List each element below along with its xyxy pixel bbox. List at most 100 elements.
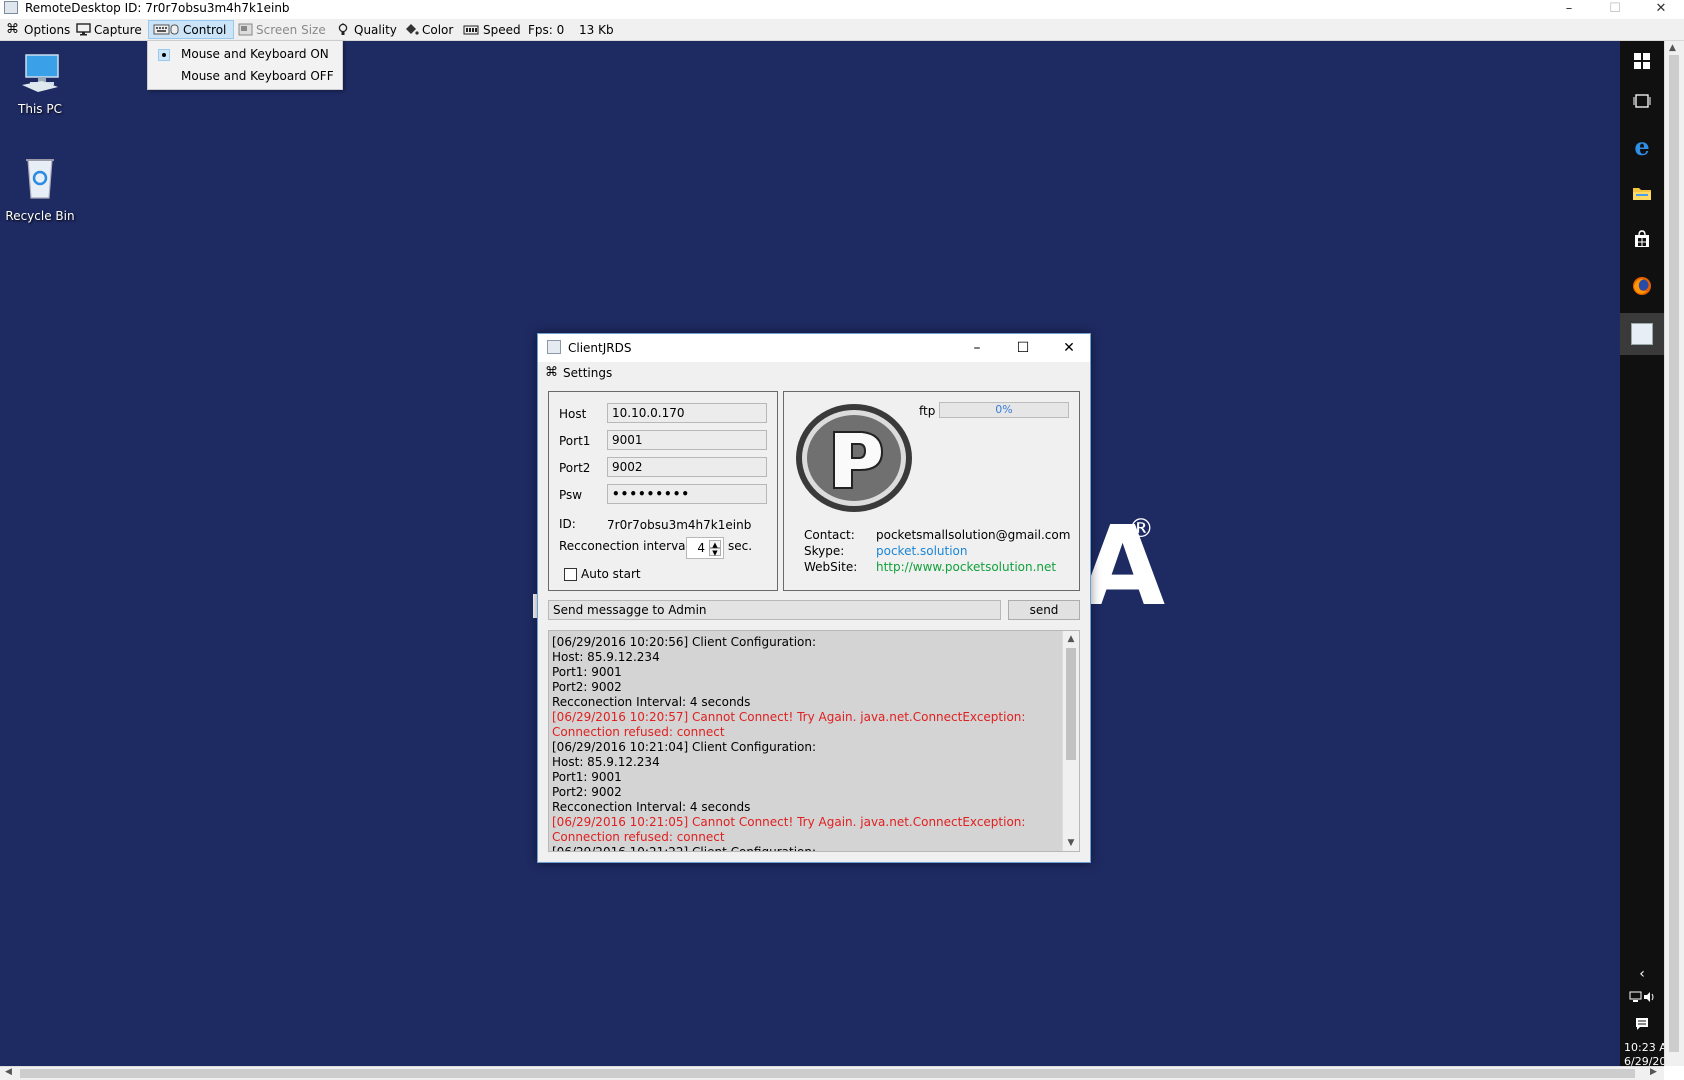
taskbar-file-explorer[interactable]	[1620, 173, 1664, 213]
spinner-up-icon[interactable]: ▲	[709, 540, 721, 549]
password-input[interactable]: •••••••••	[607, 484, 767, 504]
minimize-button[interactable]: –	[1546, 0, 1592, 16]
log-scroll-up-icon[interactable]: ▲	[1063, 631, 1079, 647]
auto-start-checkbox[interactable]	[564, 568, 577, 581]
firefox-icon	[1633, 277, 1651, 295]
horizontal-scrollbar[interactable]: ◀ ▶	[0, 1066, 1664, 1080]
toolbar-speed-label: Speed	[483, 22, 521, 37]
maximize-button[interactable]: ☐	[1592, 0, 1638, 16]
clientjrds-maximize-button[interactable]: ☐	[1000, 334, 1046, 362]
ftp-progress-bar: 0%	[939, 402, 1069, 418]
clock-time[interactable]: 10:23 A	[1624, 1041, 1667, 1054]
log-scroll-down-icon[interactable]: ▼	[1063, 835, 1079, 851]
java-app-icon	[4, 1, 18, 14]
ftp-label: ftp	[919, 404, 936, 418]
close-button[interactable]: ✕	[1638, 0, 1684, 16]
skype-label: Skype:	[804, 544, 845, 558]
volume-icon	[1644, 992, 1654, 1002]
task-view-icon	[1633, 94, 1651, 108]
log-lines: [06/29/2016 10:20:56] Client Configurati…	[552, 635, 1057, 852]
scroll-left-arrow-icon[interactable]: ◀	[5, 1067, 12, 1077]
desktop-icon-this-pc[interactable]: This PC	[0, 51, 80, 116]
clientjrds-minimize-button[interactable]: –	[954, 334, 1000, 362]
tray-network-volume-icons[interactable]	[1620, 987, 1664, 1007]
taskbar-firefox[interactable]	[1620, 266, 1664, 306]
menu-item-mouse-keyboard-off[interactable]: Mouse and Keyboard OFF	[148, 65, 342, 87]
auto-start-label: Auto start	[581, 567, 641, 581]
clientjrds-close-button[interactable]: ✕	[1046, 334, 1092, 362]
log-scroll-thumb[interactable]	[1066, 648, 1076, 760]
log-scrollbar[interactable]: ▲ ▼	[1062, 631, 1079, 851]
keyboard-icon	[153, 23, 179, 36]
scroll-up-arrow-icon[interactable]: ▲	[1669, 43, 1676, 53]
connection-settings-panel: Host 10.10.0.170 Port1 9001 Port2 9002 P…	[548, 391, 778, 591]
website-label: WebSite:	[804, 560, 858, 574]
message-input[interactable]: Send messagge to Admin	[548, 600, 1001, 620]
desktop-icon-label: Recycle Bin	[5, 209, 75, 223]
log-textarea[interactable]: [06/29/2016 10:20:56] Client Configurati…	[548, 630, 1080, 852]
taskbar-edge[interactable]: e	[1620, 126, 1664, 166]
host-input[interactable]: 10.10.0.170	[607, 403, 767, 423]
task-view-button[interactable]	[1620, 81, 1664, 121]
menu-item-label: Mouse and Keyboard ON	[181, 47, 329, 61]
start-button[interactable]	[1620, 41, 1664, 81]
log-line: [06/29/2016 10:20:57] Cannot Connect! Tr…	[552, 710, 1026, 724]
network-icon	[1629, 991, 1642, 1002]
password-label: Psw	[559, 488, 583, 502]
toolbar-options[interactable]: ⌘ Options	[6, 20, 70, 39]
toolbar: ⌘ Options Capture Control Screen Size Qu…	[0, 19, 1684, 41]
settings-menu[interactable]: ⌘ Settings	[545, 365, 612, 380]
scroll-right-arrow-icon[interactable]: ▶	[1650, 1067, 1657, 1077]
java-icon	[1631, 323, 1653, 345]
log-line: Port2: 9002	[552, 680, 622, 694]
speed-icon	[463, 23, 479, 36]
skype-link[interactable]: pocket.solution	[876, 544, 968, 558]
computer-icon	[0, 51, 80, 98]
reconnection-interval-label: Recconection interval	[559, 539, 689, 553]
taskbar-java-app[interactable]	[1620, 313, 1664, 355]
id-value: 7r0r7obsu3m4h7k1einb	[607, 518, 752, 532]
menu-item-mouse-keyboard-on[interactable]: Mouse and Keyboard ON	[148, 43, 342, 65]
log-line: Recconection Interval: 4 seconds	[552, 695, 751, 709]
toolbar-capture[interactable]: Capture	[76, 20, 142, 39]
window-title: RemoteDesktop ID: 7r0r7obsu3m4h7k1einb	[25, 1, 290, 15]
port2-label: Port2	[559, 461, 591, 475]
toolbar-screen-size[interactable]: Screen Size	[238, 20, 326, 39]
vertical-scroll-thumb[interactable]	[1669, 55, 1679, 1052]
spinner-value: 4	[697, 541, 705, 555]
vertical-scrollbar[interactable]: ▲	[1664, 41, 1684, 1066]
toolbar-quality[interactable]: Quality	[336, 20, 397, 39]
windows-icon	[1634, 53, 1650, 69]
folder-icon	[1633, 188, 1651, 200]
taskbar-store[interactable]	[1620, 219, 1664, 259]
action-center-button[interactable]	[1620, 1011, 1664, 1037]
log-line: [06/29/2016 10:21:22] Client Configurati…	[552, 845, 817, 852]
desktop-icon-recycle-bin[interactable]: Recycle Bin	[0, 156, 80, 223]
toolbar-screen-size-label: Screen Size	[256, 22, 326, 37]
ftp-progress-text: 0%	[995, 403, 1013, 416]
java-app-icon	[547, 340, 561, 354]
show-hidden-icons-chevron[interactable]: ‹	[1620, 961, 1664, 987]
contact-value: pocketsmallsolution@gmail.com	[876, 528, 1071, 542]
horizontal-scroll-thumb[interactable]	[20, 1069, 1635, 1078]
log-line: Port1: 9001	[552, 770, 622, 784]
toolbar-options-label: Options	[24, 22, 71, 37]
reconnection-interval-spinner[interactable]: 4 ▲ ▼	[686, 537, 724, 559]
bulb-icon	[336, 23, 350, 36]
send-button[interactable]: send	[1008, 600, 1080, 620]
wallpaper-registered-mark: ®	[1128, 514, 1154, 544]
settings-menu-label: Settings	[563, 365, 613, 380]
clock-date[interactable]: 6/29/20	[1624, 1055, 1664, 1066]
fps-readout: Fps: 0	[528, 22, 565, 37]
control-dropdown-menu: Mouse and Keyboard ON Mouse and Keyboard…	[147, 40, 343, 90]
port1-input[interactable]: 9001	[607, 430, 767, 450]
port2-input[interactable]: 9002	[607, 457, 767, 477]
info-panel: P ftp 0% Contact: pocketsmallsolution@gm…	[783, 391, 1080, 591]
toolbar-color[interactable]: Color	[404, 20, 453, 39]
toolbar-control[interactable]: Control	[148, 20, 234, 39]
website-link[interactable]: http://www.pocketsolution.net	[876, 560, 1056, 574]
reconnection-unit-label: sec.	[728, 539, 753, 553]
screen-size-icon	[238, 23, 253, 36]
spinner-down-icon[interactable]: ▼	[709, 548, 721, 557]
toolbar-speed[interactable]: Speed	[463, 20, 521, 39]
